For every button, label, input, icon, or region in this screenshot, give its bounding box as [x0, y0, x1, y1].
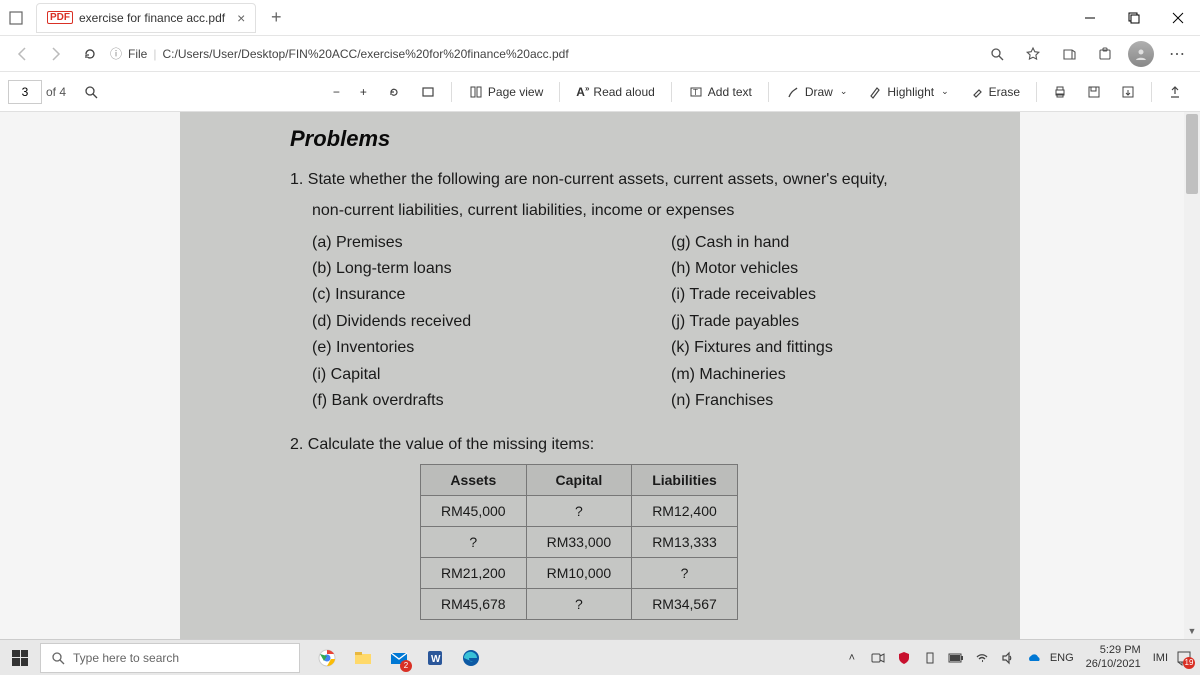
extensions-icon[interactable] — [1090, 39, 1120, 69]
ime-indicator[interactable]: IMI — [1153, 652, 1168, 664]
scroll-thumb[interactable] — [1186, 114, 1198, 194]
url-prefix: File — [128, 47, 147, 61]
heading: Problems — [290, 126, 990, 152]
erase-button[interactable]: Erase — [959, 76, 1030, 108]
page-view-button[interactable]: Page view — [458, 76, 553, 108]
scroll-down-icon[interactable]: ▼ — [1184, 623, 1200, 639]
page-number-input[interactable] — [8, 80, 42, 104]
value-table: AssetsCapitalLiabilities RM45,000?RM12,4… — [420, 464, 738, 620]
windows-logo-icon — [12, 650, 28, 666]
pdf-file-icon: PDF — [47, 11, 73, 24]
highlight-icon — [867, 84, 883, 100]
forward-button[interactable] — [42, 40, 70, 68]
taskbar: Type here to search 2 W ˄ ENG 5:29 PM 26… — [0, 639, 1200, 675]
volume-icon[interactable] — [998, 648, 1018, 668]
zoom-in-button[interactable]: + — [350, 76, 377, 108]
save-as-button[interactable] — [1111, 76, 1145, 108]
edge-icon[interactable] — [454, 640, 488, 676]
add-text-icon: T — [688, 84, 704, 100]
refresh-button[interactable] — [76, 40, 104, 68]
back-button[interactable] — [8, 40, 36, 68]
search-placeholder: Type here to search — [73, 651, 179, 665]
find-button[interactable] — [74, 76, 108, 108]
svg-text:T: T — [693, 88, 698, 97]
close-tab-icon[interactable]: × — [237, 10, 245, 26]
draw-button[interactable]: Draw⌄ — [775, 76, 858, 108]
pdf-toolbar: of 4 − + Page view A»Read aloud TAdd tex… — [0, 72, 1200, 112]
wifi-icon[interactable] — [972, 648, 992, 668]
profile-avatar[interactable] — [1126, 39, 1156, 69]
more-icon[interactable]: ⋯ — [1162, 39, 1192, 69]
erase-icon — [969, 84, 985, 100]
page-view-icon — [468, 84, 484, 100]
url-field[interactable]: ⓘ File | C:/Users/User/Desktop/FIN%20ACC… — [110, 45, 968, 62]
vertical-scrollbar[interactable]: ▲ ▼ — [1184, 112, 1200, 639]
address-bar: ⓘ File | C:/Users/User/Desktop/FIN%20ACC… — [0, 36, 1200, 72]
mcafee-icon[interactable] — [894, 648, 914, 668]
start-button[interactable] — [0, 640, 40, 676]
mail-badge: 2 — [400, 660, 412, 672]
usb-icon[interactable] — [920, 648, 940, 668]
file-explorer-icon[interactable] — [346, 640, 380, 676]
clock[interactable]: 5:29 PM 26/10/2021 — [1086, 644, 1141, 670]
chevron-up-icon[interactable]: ˄ — [842, 648, 862, 668]
addrbar-right-icons: ⋯ — [982, 39, 1192, 69]
maximize-button[interactable] — [1112, 0, 1156, 36]
favorites-icon[interactable] — [1018, 39, 1048, 69]
notifications-icon[interactable]: 19 — [1174, 648, 1194, 668]
q1-line2: non-current liabilities, current liabili… — [312, 199, 990, 224]
highlight-button[interactable]: Highlight⌄ — [857, 76, 958, 108]
svg-text:W: W — [431, 654, 441, 665]
q1-line1: 1. State whether the following are non-c… — [290, 168, 990, 193]
system-tray: ˄ ENG 5:29 PM 26/10/2021 IMI 19 — [842, 644, 1200, 670]
page-count-label: of 4 — [46, 85, 66, 99]
onedrive-icon[interactable] — [1024, 648, 1044, 668]
rotate-button[interactable] — [377, 76, 411, 108]
meet-now-icon[interactable] — [868, 648, 888, 668]
zoom-out-button[interactable]: − — [323, 76, 350, 108]
close-window-button[interactable] — [1156, 0, 1200, 36]
info-icon[interactable]: ⓘ — [110, 45, 122, 62]
word-icon[interactable]: W — [418, 640, 452, 676]
taskbar-apps: 2 W — [310, 640, 488, 676]
pdf-page: Problems 1. State whether the following … — [180, 112, 1020, 639]
fit-button[interactable] — [411, 76, 445, 108]
tab-actions-icon[interactable] — [0, 2, 32, 34]
mail-icon[interactable]: 2 — [382, 640, 416, 676]
list-left: (a) Premises(b) Long-term loans(c) Insur… — [312, 230, 631, 415]
language-indicator[interactable]: ENG — [1050, 652, 1074, 664]
list-right: (g) Cash in hand(h) Motor vehicles(i) Tr… — [671, 230, 990, 415]
taskbar-search[interactable]: Type here to search — [40, 643, 300, 673]
chrome-icon[interactable] — [310, 640, 344, 676]
pdf-viewport[interactable]: Problems 1. State whether the following … — [0, 112, 1200, 639]
battery-icon[interactable] — [946, 648, 966, 668]
minimize-button[interactable] — [1068, 0, 1112, 36]
search-icon — [51, 651, 65, 665]
print-button[interactable] — [1043, 76, 1077, 108]
collections-icon[interactable] — [1054, 39, 1084, 69]
tab-title: exercise for finance acc.pdf — [79, 11, 225, 25]
tab-strip: PDF exercise for finance acc.pdf × + — [0, 0, 290, 35]
q2-line: 2. Calculate the value of the missing it… — [290, 436, 990, 454]
search-icon[interactable] — [982, 39, 1012, 69]
new-tab-button[interactable]: + — [262, 4, 290, 32]
url-path: C:/Users/User/Desktop/FIN%20ACC/exercise… — [162, 47, 568, 61]
titlebar: PDF exercise for finance acc.pdf × + — [0, 0, 1200, 36]
add-text-button[interactable]: TAdd text — [678, 76, 762, 108]
draw-icon — [785, 84, 801, 100]
pin-toolbar-button[interactable] — [1158, 76, 1192, 108]
window-controls — [1068, 0, 1200, 36]
notif-badge: 19 — [1183, 657, 1195, 669]
browser-tab[interactable]: PDF exercise for finance acc.pdf × — [36, 3, 256, 33]
read-aloud-button[interactable]: A»Read aloud — [566, 76, 665, 108]
save-button[interactable] — [1077, 76, 1111, 108]
